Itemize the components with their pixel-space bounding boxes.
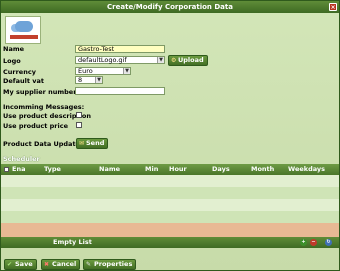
column-header[interactable]: Type <box>44 164 61 175</box>
logo-select[interactable]: defaultLogo.gif ▼ <box>75 56 165 64</box>
add-icon[interactable]: + <box>300 239 307 246</box>
table-row[interactable] <box>1 211 339 223</box>
table-row[interactable] <box>1 199 339 211</box>
logo-bar-shape <box>10 35 38 39</box>
window-title: Create/Modify Corporation Data <box>107 3 233 11</box>
refresh-icon[interactable]: ↻ <box>325 239 332 246</box>
supplier-number-input[interactable] <box>75 87 165 95</box>
scheduler-footer: Empty List + − ↻ <box>1 237 339 248</box>
send-button[interactable]: ✉ Send <box>76 138 109 149</box>
upload-button[interactable]: ⚙ Upload <box>168 55 208 66</box>
column-header[interactable]: Ena <box>12 164 25 175</box>
table-row[interactable] <box>1 187 339 199</box>
name-input[interactable]: Gastro-Test <box>75 45 165 53</box>
send-button-label: Send <box>86 139 105 147</box>
column-header[interactable]: Weekdays <box>288 164 325 175</box>
chevron-down-icon: ▼ <box>95 77 102 83</box>
logo-label: Logo <box>3 57 21 65</box>
cancel-x-icon: ✖ <box>44 261 50 268</box>
incoming-messages-heading: Incomming Messages: <box>3 103 85 111</box>
save-button[interactable]: ✔ Save <box>4 259 37 270</box>
currency-label: Currency <box>3 68 36 76</box>
vat-select-value: 8 <box>78 76 83 84</box>
select-all-checkbox[interactable] <box>4 167 9 172</box>
vat-label: Default vat <box>3 77 44 85</box>
chevron-down-icon: ▼ <box>123 68 130 74</box>
currency-select-value: Euro <box>78 67 93 75</box>
logo-preview <box>5 16 41 44</box>
supplier-number-label: My supplier number <box>3 88 77 96</box>
column-header[interactable]: Month <box>251 164 274 175</box>
cancel-button[interactable]: ✖ Cancel <box>41 259 81 270</box>
table-row[interactable] <box>1 223 339 237</box>
name-label: Name <box>3 45 25 53</box>
use-price-label: Use product price <box>3 122 68 130</box>
cancel-button-label: Cancel <box>52 260 77 268</box>
product-updates-label: Product Data Updates <box>3 140 84 148</box>
column-header[interactable]: Hour <box>169 164 187 175</box>
column-header[interactable]: Min <box>145 164 158 175</box>
wrench-icon: ✎ <box>86 261 92 268</box>
logo-select-value: defaultLogo.gif <box>78 56 127 64</box>
properties-button-label: Properties <box>94 260 133 268</box>
upload-icon: ⚙ <box>171 57 177 64</box>
currency-select[interactable]: Euro ▼ <box>75 67 131 75</box>
column-header[interactable]: Name <box>99 164 120 175</box>
properties-button[interactable]: ✎ Properties <box>83 259 137 270</box>
window-titlebar[interactable]: Create/Modify Corporation Data × <box>1 1 339 13</box>
column-header-ena-checkbox[interactable] <box>4 164 9 175</box>
vat-select[interactable]: 8 ▼ <box>75 76 103 84</box>
scheduler-heading: Scheduler <box>3 155 40 163</box>
save-button-label: Save <box>15 260 33 268</box>
column-header[interactable]: Days <box>212 164 230 175</box>
checkmark-icon: ✔ <box>7 261 13 268</box>
table-row[interactable] <box>1 175 339 187</box>
scheduler-header-row: Ena Type Name Min Hour Days Month Weekda… <box>1 164 339 175</box>
use-price-checkbox[interactable] <box>76 122 82 128</box>
chevron-down-icon: ▼ <box>157 57 164 63</box>
empty-list-text: Empty List <box>53 238 92 246</box>
close-button[interactable]: × <box>329 3 337 11</box>
remove-icon[interactable]: − <box>310 239 317 246</box>
use-description-checkbox[interactable] <box>76 112 82 118</box>
upload-button-label: Upload <box>178 56 204 64</box>
send-icon: ✉ <box>79 140 85 147</box>
logo-cloud-shape <box>15 21 33 32</box>
corporation-data-window: Create/Modify Corporation Data × Name Ga… <box>0 0 340 271</box>
